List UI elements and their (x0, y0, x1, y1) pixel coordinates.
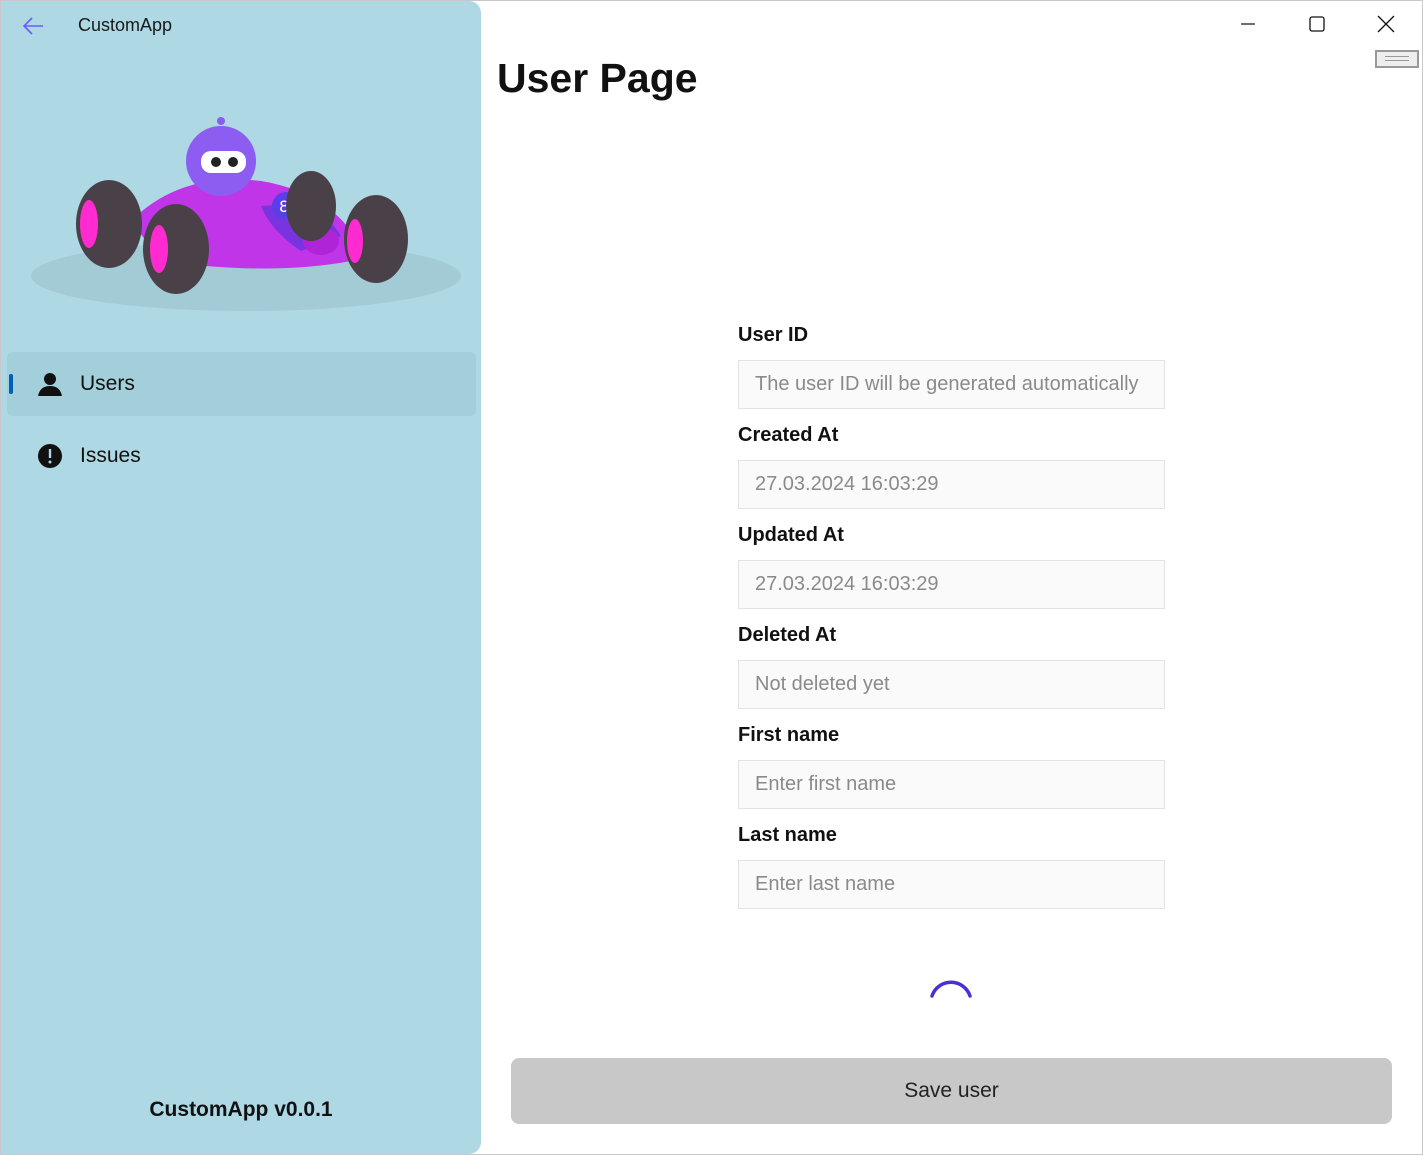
sidebar-item-issues[interactable]: Issues (7, 424, 476, 488)
sidebar: CustomApp 8 Users Issues CustomApp v0.0.… (1, 1, 481, 1154)
deleted-at-label: Deleted At (738, 624, 837, 646)
person-icon (37, 371, 63, 397)
user-id-label: User ID (738, 324, 809, 346)
maximize-button[interactable] (1297, 8, 1337, 40)
app-title: CustomApp (78, 15, 173, 35)
first-name-field[interactable] (738, 760, 1165, 809)
back-arrow-icon[interactable] (21, 13, 47, 39)
last-name-field[interactable] (738, 860, 1165, 909)
first-name-label: First name (738, 724, 840, 746)
created-at-label: Created At (738, 424, 839, 446)
race-car-image: 8 (31, 117, 461, 311)
app-version: CustomApp v0.0.1 (149, 1098, 333, 1121)
last-name-label: Last name (738, 824, 837, 846)
user-id-field[interactable] (738, 360, 1165, 409)
user-form: User ID Created At Updated At Deleted At… (738, 322, 1165, 922)
sidebar-item-users[interactable]: Users (7, 352, 476, 416)
resize-grip-icon[interactable] (1375, 50, 1419, 68)
exclamation-circle-icon (37, 443, 63, 469)
close-button[interactable] (1366, 8, 1406, 40)
loading-spinner-icon (930, 980, 972, 998)
minimize-icon (1241, 23, 1255, 25)
selection-indicator (9, 374, 13, 394)
updated-at-field[interactable] (738, 560, 1165, 609)
deleted-at-field[interactable] (738, 660, 1165, 709)
sidebar-item-label: Issues (80, 444, 141, 467)
maximize-icon (1309, 16, 1325, 32)
sidebar-item-label: Users (80, 372, 135, 395)
save-user-button[interactable]: Save user (511, 1058, 1392, 1124)
page-title: User Page (497, 55, 698, 101)
close-icon (1377, 15, 1395, 33)
updated-at-label: Updated At (738, 524, 844, 546)
created-at-field[interactable] (738, 460, 1165, 509)
minimize-button[interactable] (1228, 8, 1268, 40)
